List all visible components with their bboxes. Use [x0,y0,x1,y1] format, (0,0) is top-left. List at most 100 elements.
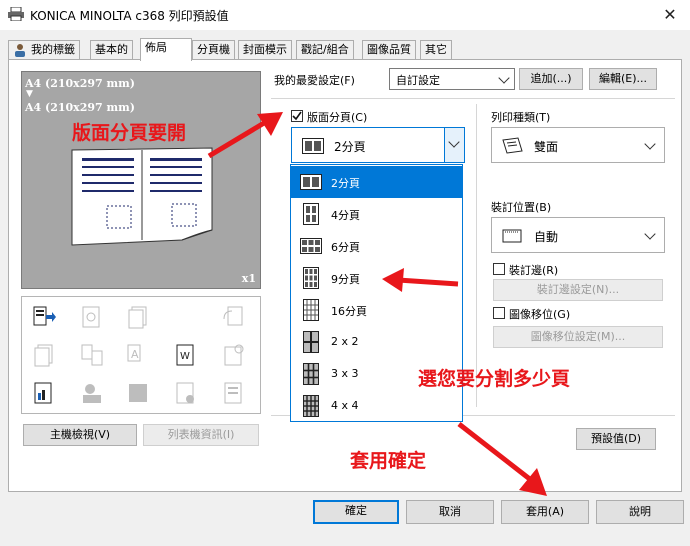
annotation-choose-split: 選您要分割多少頁 [418,368,571,390]
nup-dropdown[interactable]: 2分頁 [291,127,465,163]
tab-label: 佈局 [145,41,167,54]
help-button[interactable]: 說明 [596,500,684,524]
two-by-two-icon [303,331,319,353]
binding-margin-settings-button: 裝訂邊設定(N)... [493,279,663,301]
print-preferences-window: KONICA MINOLTA c368 列印預設值 ✕ 我的標籤 基本的 佈局 … [0,0,690,546]
image-shift-label: 圖像移位(G) [509,308,571,321]
overlay-icon [224,344,244,366]
option-label: 2 x 2 [331,335,359,348]
nup-dropdown-arrow[interactable] [444,128,464,162]
printer-icon [8,7,24,21]
poster-icon: A [127,344,141,362]
stack-pages-icon [34,344,53,367]
binding-margin-label: 裝訂邊(R) [509,264,559,277]
arrow-to-checkbox-icon [207,112,283,159]
close-button[interactable]: ✕ [650,0,690,30]
printer-info-button: 列表機資訊(I) [143,424,259,446]
tab-basic[interactable]: 基本的 [90,40,133,60]
option-label: 16分頁 [331,305,367,318]
watermark-icon[interactable]: W [174,343,198,367]
arrow-to-9up-icon [382,268,459,292]
preview-zoom: x1 [241,272,256,285]
nup-option-16up[interactable]: 16分頁 [291,294,462,326]
tab-strip: 我的標籤 基本的 佈局 分頁機 封面模示 戳記/組合 圖像品質 其它 [8,38,680,61]
nup-label: 版面分頁(C) [307,111,368,124]
annotation-enable-nup: 版面分頁要開 [72,122,187,144]
copy-stack-icon [128,306,147,329]
tab-label: 基本的 [95,43,128,56]
tab-image-quality[interactable]: 圖像品質 [362,40,416,60]
nup-option-6up[interactable]: 6分頁 [291,230,462,262]
function-icons-grid: A W [21,296,261,414]
print-type-value: 雙面 [534,140,559,154]
favorites-label: 我的最愛設定(F) [274,74,355,87]
split-pages-icon [81,344,103,366]
cancel-button[interactable]: 取消 [406,500,494,524]
checkmark-icon [292,111,302,121]
preview-original-size: A4 (210x297 mm) [25,77,136,90]
option-label: 3 x 3 [331,367,359,380]
binding-position-dropdown[interactable]: 自動 [491,217,665,253]
printer-view-button[interactable]: 主機檢視(V) [23,424,137,446]
preview-arrow: ▼ [26,89,33,99]
nup-option-2x2[interactable]: 2 x 2 [291,326,462,358]
sixteen-up-icon [303,299,319,321]
tab-layout[interactable]: 佈局 [140,38,192,61]
rotate-page-icon [223,306,243,326]
option-label: 4分頁 [331,209,360,222]
chevron-down-icon [644,228,656,240]
page-list-icon [224,382,242,404]
chevron-down-icon [448,136,460,148]
nine-up-icon [303,267,319,289]
tab-label: 封面模示 [243,43,287,56]
chevron-down-icon [498,72,510,84]
divider [271,98,675,99]
tab-other[interactable]: 其它 [420,40,452,60]
binding-auto-icon [502,229,522,243]
binding-margin-checkbox[interactable] [493,263,505,275]
svg-text:A: A [131,348,139,361]
nup-option-4x4[interactable]: 4 x 4 [291,390,462,422]
copy-protect-icon [129,384,147,402]
tab-cover-mode[interactable]: 封面模示 [238,40,292,60]
print-job-icon[interactable] [32,305,56,329]
defaults-button[interactable]: 預設值(D) [576,428,656,450]
user-stamp-icon [83,384,101,403]
four-by-four-icon [303,395,319,417]
edit-favorite-button[interactable]: 編輯(E)... [589,68,657,90]
svg-text:W: W [180,351,190,362]
preview-output-size: A4 (210x297 mm) [25,101,136,114]
nup-option-2up[interactable]: 2分頁 [291,166,462,198]
duplex-icon [502,137,523,154]
tab-label: 其它 [425,43,447,56]
apply-button[interactable]: 套用(A) [501,500,589,524]
binding-position-label: 裝訂位置(B) [491,201,552,214]
image-shift-settings-button: 圖像移位設定(M)... [493,326,663,348]
header-footer-icon [176,382,194,404]
document-chart-icon[interactable] [32,381,56,405]
tab-my-tab[interactable]: 我的標籤 [8,40,80,60]
tab-label: 戳記/組合 [301,43,349,56]
tab-label: 分頁機 [197,43,230,56]
tab-label: 我的標籤 [31,43,75,56]
print-type-dropdown[interactable]: 雙面 [491,127,665,163]
image-shift-checkbox[interactable] [493,307,505,319]
title-bar: KONICA MINOLTA c368 列印預設值 ✕ [0,0,690,30]
favorites-dropdown[interactable]: 自訂設定 [389,68,515,90]
tab-finishing[interactable]: 分頁機 [192,40,235,60]
window-title: KONICA MINOLTA c368 列印預設值 [30,9,229,23]
nup-selected-value: 2分頁 [334,140,366,154]
annotation-apply-confirm: 套用確定 [350,450,427,472]
tab-stamp[interactable]: 戳記/組合 [296,40,354,60]
two-up-icon [300,174,322,190]
binding-position-value: 自動 [534,230,559,244]
nup-checkbox[interactable] [291,110,303,122]
add-favorite-button[interactable]: 追加(...) [519,68,583,90]
print-type-label: 列印種類(T) [491,111,551,124]
favorites-value: 自訂設定 [396,74,440,87]
page-preview: A4 (210x297 mm) ▼ A4 (210x297 mm) x1 [21,71,261,289]
six-up-icon [300,238,322,254]
ok-button[interactable]: 確定 [313,500,399,524]
chevron-down-icon [644,138,656,150]
nup-option-4up[interactable]: 4分頁 [291,198,462,230]
